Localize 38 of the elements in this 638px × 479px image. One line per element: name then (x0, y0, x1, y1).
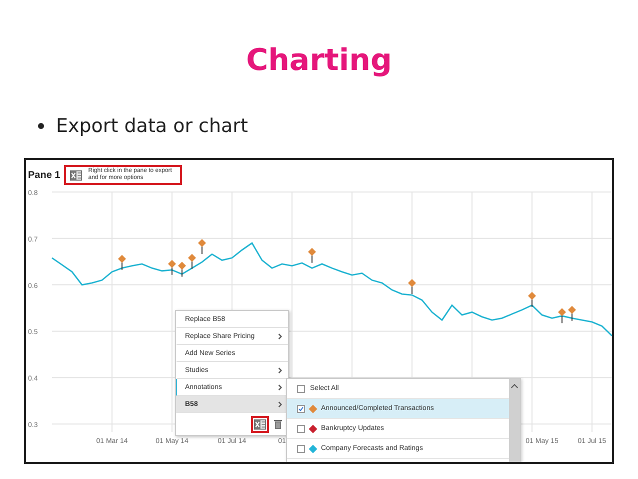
bullet-text: Export data or chart (56, 115, 248, 137)
annotation-marker (528, 292, 536, 308)
export-button[interactable] (251, 416, 269, 432)
spreadsheet-icon (254, 418, 266, 430)
annotation-marker (568, 306, 576, 322)
point (528, 292, 536, 300)
delete-button[interactable] (272, 419, 284, 429)
chevron-icon (278, 366, 282, 374)
point (178, 262, 186, 270)
slide-title: Charting (246, 42, 392, 80)
annotation-marker (118, 254, 126, 270)
chevron-icon (278, 400, 282, 408)
checkbox[interactable] (297, 444, 305, 452)
point (558, 308, 566, 316)
annotation-marker (168, 260, 176, 276)
chevron-icon (278, 332, 282, 340)
annotation-marker (408, 278, 416, 294)
point (308, 248, 316, 256)
point (408, 278, 416, 287)
chevron-icon (278, 384, 282, 390)
checkbox[interactable] (297, 404, 305, 412)
checkbox[interactable] (297, 424, 305, 432)
scrollbar[interactable] (509, 379, 520, 462)
annotation-marker (178, 262, 186, 278)
pane-title: Pane 1 (28, 170, 60, 180)
annotation-marker (308, 248, 316, 264)
point (168, 260, 176, 268)
annotation-marker (558, 308, 566, 324)
annotation-marker (198, 239, 206, 255)
bullet-icon (38, 123, 44, 129)
point (118, 254, 126, 263)
checkbox[interactable] (297, 384, 305, 392)
spreadsheet-icon (70, 170, 82, 180)
point (198, 239, 206, 248)
annotation-marker (188, 254, 196, 270)
trash-icon (274, 419, 282, 429)
point (568, 306, 576, 314)
point (188, 254, 196, 262)
